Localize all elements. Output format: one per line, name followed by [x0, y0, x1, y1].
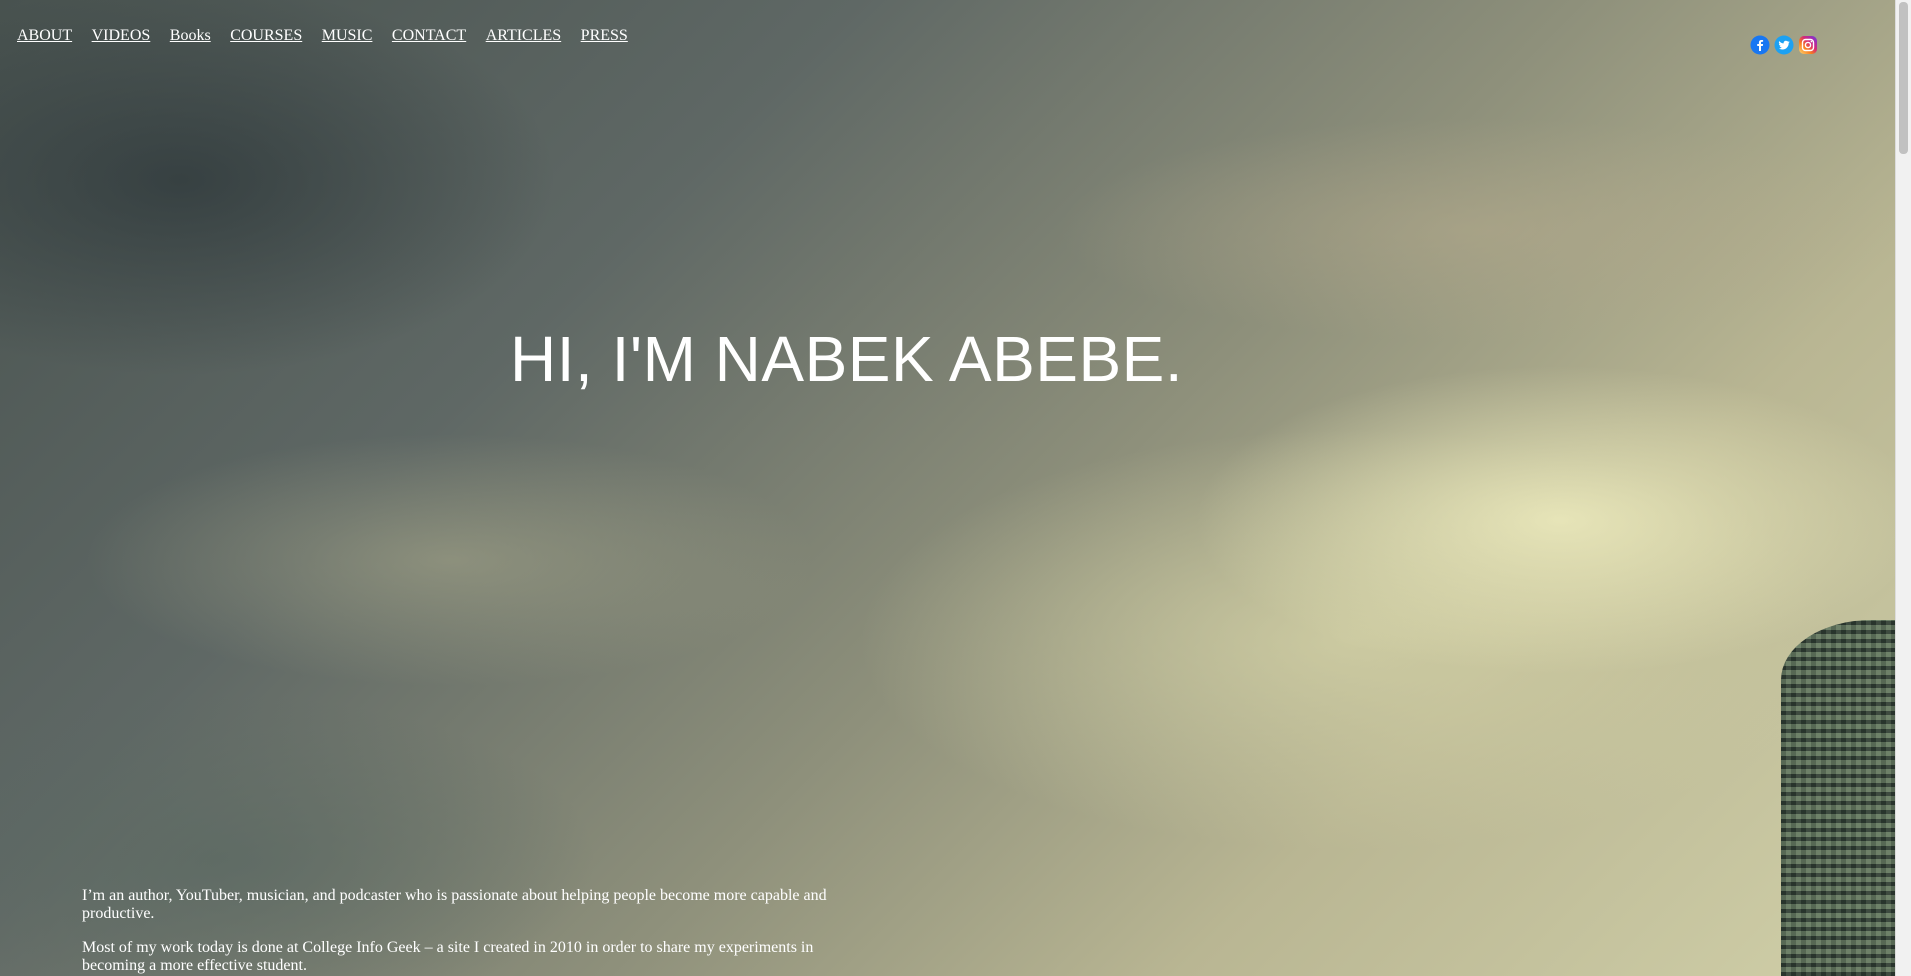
nav-link-music[interactable]: MUSIC — [322, 27, 373, 45]
nav-link-courses[interactable]: COURSES — [230, 27, 302, 45]
nav-link-articles[interactable]: ARTICLES — [486, 27, 561, 45]
intro-paragraph: I’m an author, YouTuber, musician, and p… — [82, 887, 827, 922]
intro-paragraph: Most of my work today is done at College… — [82, 939, 814, 974]
nav-link-books[interactable]: Books — [170, 27, 211, 45]
nav-link-contact[interactable]: CONTACT — [392, 27, 466, 45]
twitter-icon[interactable] — [1774, 35, 1794, 55]
hero-background-image — [0, 0, 1896, 976]
nav-link-press[interactable]: PRESS — [581, 27, 628, 45]
main-nav: ABOUT VIDEOS Books COURSES MUSIC CONTACT… — [17, 27, 647, 45]
nav-link-about[interactable]: ABOUT — [17, 27, 72, 45]
scrollbar-thumb[interactable] — [1899, 2, 1908, 154]
intro-text: I’m an author, YouTuber, musician, and p… — [82, 887, 852, 976]
vertical-scrollbar[interactable] — [1895, 0, 1911, 976]
instagram-icon[interactable] — [1798, 35, 1818, 55]
social-links — [1750, 35, 1818, 55]
nav-link-videos[interactable]: VIDEOS — [92, 27, 151, 45]
building-edge-image — [1781, 620, 1896, 976]
hero-title: HI, I'M NABEK ABEBE. — [510, 323, 1184, 395]
facebook-icon[interactable] — [1750, 35, 1770, 55]
